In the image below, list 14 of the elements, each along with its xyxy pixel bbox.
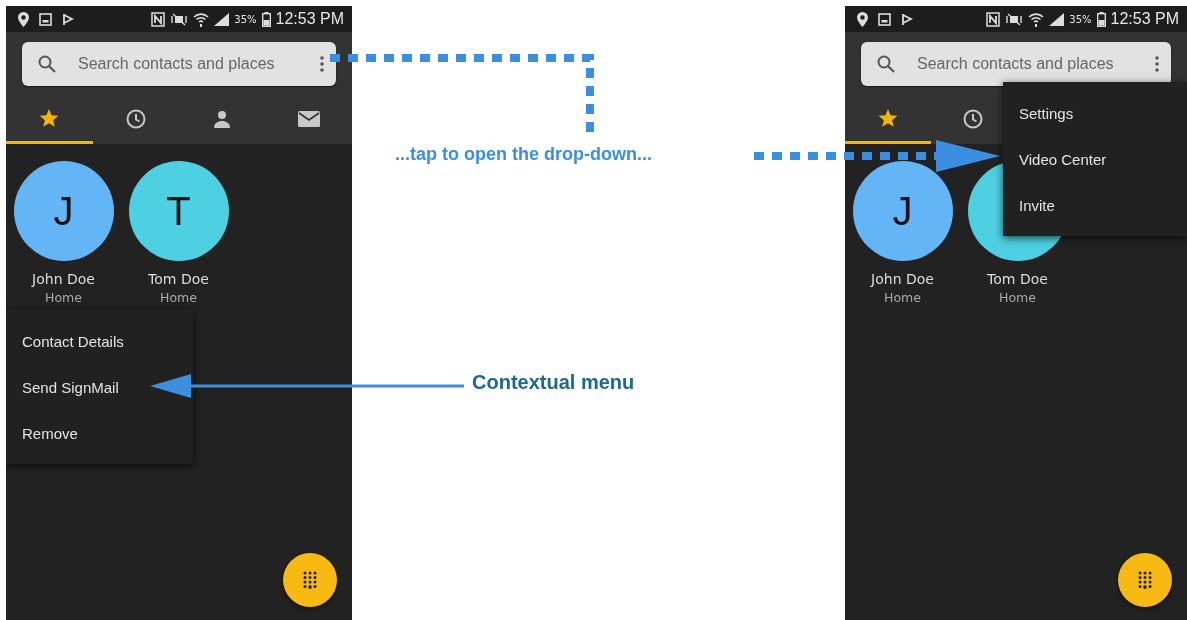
contact-name: John Doe	[32, 271, 95, 287]
contact-label: Home	[999, 290, 1036, 305]
battery-percent: 35%	[234, 13, 257, 25]
contact-label: Home	[160, 290, 197, 305]
contact-label: Home	[884, 290, 921, 305]
contact-label: Home	[45, 290, 82, 305]
status-time: 12:53 PM	[1110, 10, 1179, 28]
contact-name: Tom Doe	[148, 271, 209, 287]
status-time: 12:53 PM	[275, 10, 344, 28]
battery-percent: 35%	[1069, 13, 1092, 25]
callout-text: ...tap to open the drop-down...	[395, 144, 652, 165]
contact-name: John Doe	[871, 271, 934, 287]
contact-name: Tom Doe	[987, 271, 1048, 287]
callout-text: Contextual menu	[472, 371, 635, 394]
